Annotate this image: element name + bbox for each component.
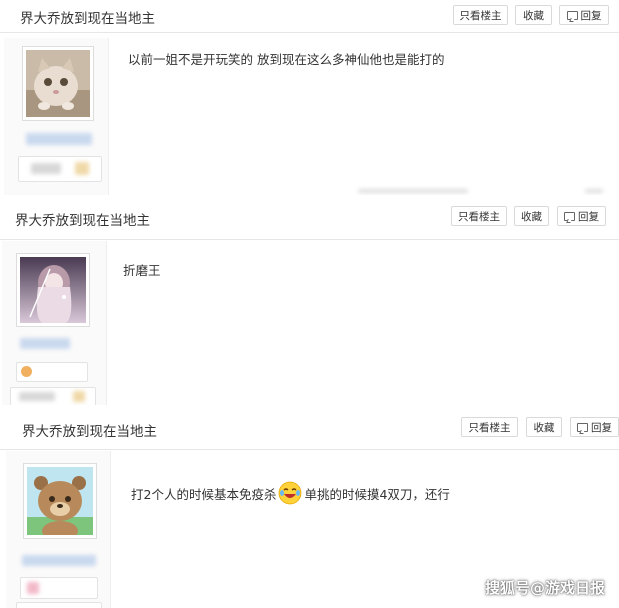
reply-label: 回复 <box>578 211 599 223</box>
badge-blurred <box>31 163 61 174</box>
level-icon-blurred <box>73 391 85 402</box>
thread-header: 界大乔放到现在当地主 只看楼主 收藏 回复 <box>0 0 619 33</box>
post-content-part1: 打2个人的时候基本免疫杀 <box>131 487 277 502</box>
user-sidebar <box>4 38 109 195</box>
post-content: 以前一姐不是开玩笑的 放到现在这么多神仙他也是能打的 <box>128 52 445 67</box>
post-meta-blurred <box>358 189 468 193</box>
thread-title: 界大乔放到现在当地主 <box>22 424 157 440</box>
cat-avatar-image <box>26 50 90 117</box>
level-blurred <box>19 392 55 401</box>
favorite-button[interactable]: 收藏 <box>514 206 549 226</box>
user-avatar[interactable] <box>16 253 90 327</box>
reply-button[interactable]: 回复 <box>559 5 609 25</box>
user-level-area <box>16 602 102 608</box>
user-badge-area <box>18 156 102 182</box>
thread-header: 界大乔放到现在当地主 只看楼主 收藏 回复 <box>0 405 619 450</box>
user-sidebar <box>6 451 111 608</box>
favorite-button[interactable]: 收藏 <box>526 417 562 437</box>
reply-label: 回复 <box>580 10 602 22</box>
laughing-crying-emoji-icon <box>278 481 302 508</box>
post-content: 折磨王 <box>123 263 161 278</box>
anime-avatar-image <box>20 257 86 323</box>
user-badge-area <box>16 362 88 382</box>
thread-title: 界大乔放到现在当地主 <box>15 213 150 229</box>
badge-icon <box>21 366 32 377</box>
post-content-part2: 单挑的时候摸4双刀，还行 <box>304 487 450 502</box>
only-op-button[interactable]: 只看楼主 <box>453 5 508 25</box>
badge-icon-blurred <box>75 162 89 175</box>
badge-icon-blurred <box>27 582 39 594</box>
user-sidebar <box>2 241 107 405</box>
thread-header: 界大乔放到现在当地主 只看楼主 收藏 回复 <box>0 195 619 240</box>
username-blurred <box>22 555 96 566</box>
post-panel-2: 界大乔放到现在当地主 只看楼主 收藏 回复 折磨王 <box>0 195 619 405</box>
user-avatar[interactable] <box>23 463 97 539</box>
reply-button[interactable]: 回复 <box>557 206 606 226</box>
user-badge-area <box>20 577 98 599</box>
reply-icon <box>564 212 575 221</box>
post-content: 打2个人的时候基本免疫杀 单挑的时候摸4双刀，还行 <box>131 481 450 508</box>
watermark: 搜狐号@游戏日报 <box>484 579 605 597</box>
post-meta-blurred-right <box>585 189 603 193</box>
username-blurred <box>26 133 92 145</box>
reply-button[interactable]: 回复 <box>570 417 619 437</box>
reply-label: 回复 <box>591 422 612 434</box>
bear-avatar-image <box>27 467 93 535</box>
thread-title: 界大乔放到现在当地主 <box>20 11 155 27</box>
user-avatar[interactable] <box>22 46 94 121</box>
user-level-area <box>10 387 96 405</box>
only-op-button[interactable]: 只看楼主 <box>451 206 507 226</box>
reply-icon <box>577 423 588 432</box>
username-blurred <box>20 338 70 349</box>
reply-icon <box>566 11 578 20</box>
post-panel-3: 界大乔放到现在当地主 只看楼主 收藏 回复 打2个人的时候基本免疫杀 单挑的时候… <box>0 405 619 608</box>
post-panel-1: 界大乔放到现在当地主 只看楼主 收藏 回复 以前一姐不是开玩笑的 放到现在这么多… <box>0 0 619 195</box>
only-op-button[interactable]: 只看楼主 <box>461 417 518 437</box>
favorite-button[interactable]: 收藏 <box>515 5 552 25</box>
